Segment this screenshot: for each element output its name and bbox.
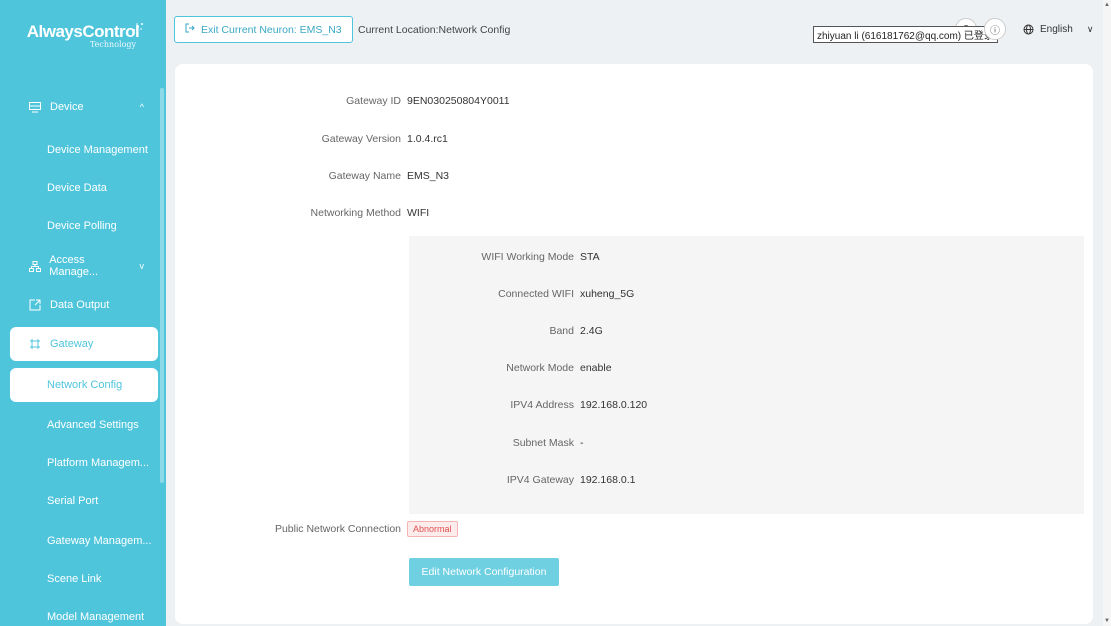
- field-label: Gateway Version: [321, 133, 401, 145]
- connected-wifi-row: Connected WIFI xuheng_5G: [409, 288, 634, 300]
- field-value: 1.0.4.rc1: [407, 133, 448, 145]
- sidebar-item-label: Data Output: [50, 299, 110, 311]
- sidebar: AlwaysControl Technology Device ^ Device…: [0, 0, 166, 626]
- exit-neuron-button[interactable]: Exit Current Neuron: EMS_N3: [174, 16, 353, 43]
- sidebar-item-platform-management[interactable]: Platform Managem...: [10, 446, 158, 480]
- monitor-icon: [28, 100, 42, 114]
- sidebar-item-device[interactable]: Device ^: [10, 90, 158, 124]
- gateway-id-row: Gateway ID 9EN030250804Y0011: [175, 95, 510, 107]
- edit-network-configuration-button[interactable]: Edit Network Configuration: [409, 558, 559, 586]
- field-label: IPV4 Gateway: [506, 474, 574, 486]
- field-label: Connected WIFI: [498, 288, 574, 300]
- network-config-panel: Gateway ID 9EN030250804Y0011 Gateway Ver…: [175, 64, 1093, 624]
- sidebar-item-model-management[interactable]: Model Management: [10, 600, 158, 626]
- wifi-details-box: WIFI Working Mode STA Connected WIFI xuh…: [409, 236, 1084, 514]
- sidebar-item-label: Scene Link: [47, 573, 102, 585]
- topbar: Exit Current Neuron: EMS_N3 Current Loca…: [166, 0, 1111, 62]
- page-scrollbar[interactable]: ▲ ▼: [1103, 0, 1111, 626]
- field-value: STA: [580, 251, 600, 263]
- sidebar-item-label: Device Data: [47, 182, 107, 194]
- field-value: EMS_N3: [407, 170, 450, 182]
- chevron-down-icon: v: [139, 261, 145, 271]
- sidebar-item-label: Gateway: [50, 338, 94, 350]
- field-value: 192.168.0.1: [580, 474, 636, 486]
- sidebar-item-serial-port[interactable]: Serial Port: [10, 484, 158, 518]
- field-label: IPV4 Address: [510, 399, 574, 411]
- logo: AlwaysControl Technology: [0, 0, 166, 70]
- sidebar-item-label: Model Management: [47, 611, 145, 623]
- field-label: Networking Method: [310, 207, 401, 219]
- sidebar-item-gateway[interactable]: Gateway: [10, 327, 158, 361]
- chevron-down-icon: ∨: [1086, 24, 1094, 34]
- gateway-icon: [28, 337, 42, 351]
- logo-text: AlwaysControl: [26, 21, 140, 41]
- gateway-version-row: Gateway Version 1.0.4.rc1: [175, 133, 448, 145]
- logo-subtext: Technology: [89, 39, 137, 49]
- network-icon: [28, 259, 41, 273]
- sidebar-item-data-output[interactable]: Data Output: [10, 288, 158, 322]
- info-button[interactable]: ⓘ: [984, 18, 1006, 40]
- field-label: Gateway ID: [346, 95, 401, 107]
- field-label: Network Mode: [506, 362, 574, 374]
- gateway-name-row: Gateway Name EMS_N3: [175, 170, 449, 182]
- exit-button-label: Exit Current Neuron: EMS_N3: [201, 23, 342, 36]
- sidebar-item-device-management[interactable]: Device Management: [10, 133, 158, 167]
- exit-icon: [185, 23, 195, 36]
- sidebar-item-label: Serial Port: [47, 495, 99, 507]
- field-value: 9EN030250804Y0011: [407, 95, 510, 107]
- info-icon: ⓘ: [990, 25, 1000, 37]
- ipv4-gateway-row: IPV4 Gateway 192.168.0.1: [409, 474, 636, 486]
- field-label: WIFI Working Mode: [481, 251, 574, 263]
- networking-method-row: Networking Method WIFI: [175, 207, 430, 219]
- sidebar-item-label: Device Management: [47, 144, 148, 156]
- globe-icon: [1023, 24, 1034, 35]
- language-selector[interactable]: English ∨: [1023, 24, 1093, 35]
- signal-icon: [133, 23, 143, 31]
- sidebar-item-label: Device Polling: [47, 220, 117, 232]
- field-value: WIFI: [407, 207, 430, 219]
- sidebar-item-label: Gateway Managem...: [47, 535, 152, 547]
- public-network-row: Public Network Connection Abnormal: [175, 521, 458, 537]
- user-tooltip: zhiyuan li (616181762@qq.com) 已登录: [813, 26, 998, 43]
- scroll-down-icon[interactable]: ▼: [1104, 618, 1110, 624]
- language-label: English: [1040, 24, 1073, 35]
- band-row: Band 2.4G: [409, 325, 603, 337]
- field-value: 192.168.0.120: [580, 399, 648, 411]
- field-label: Gateway Name: [328, 170, 401, 182]
- sidebar-item-network-config[interactable]: Network Config: [10, 368, 158, 402]
- export-icon: [28, 298, 42, 312]
- field-value: 2.4G: [580, 325, 603, 337]
- current-location: Current Location:Network Config: [358, 24, 511, 36]
- sidebar-item-advanced-settings[interactable]: Advanced Settings: [10, 408, 158, 442]
- sidebar-scrollbar[interactable]: [160, 88, 164, 483]
- status-badge: Abnormal: [407, 521, 458, 537]
- chevron-up-icon: ^: [139, 102, 144, 112]
- field-value: enable: [580, 362, 612, 374]
- sidebar-item-label: Device: [50, 101, 84, 113]
- sidebar-item-gateway-management[interactable]: Gateway Managem...: [10, 524, 158, 558]
- sidebar-item-label: Platform Managem...: [47, 457, 150, 469]
- network-mode-row: Network Mode enable: [409, 362, 612, 374]
- sidebar-item-label: Access Manage...: [49, 254, 99, 278]
- field-label: Public Network Connection: [274, 523, 401, 535]
- field-label: Band: [549, 325, 574, 337]
- wifi-working-mode-row: WIFI Working Mode STA: [409, 251, 600, 263]
- ipv4-address-row: IPV4 Address 192.168.0.120: [409, 399, 647, 411]
- sidebar-item-access-management[interactable]: Access Manage... v: [10, 249, 158, 283]
- field-value: xuheng_5G: [580, 288, 635, 300]
- field-value: -: [580, 437, 584, 449]
- sidebar-item-device-polling[interactable]: Device Polling: [10, 209, 158, 243]
- subnet-mask-row: Subnet Mask -: [409, 437, 584, 449]
- field-label: Subnet Mask: [512, 437, 574, 449]
- sidebar-item-label: Network Config: [47, 379, 123, 391]
- sidebar-item-scene-link[interactable]: Scene Link: [10, 562, 158, 596]
- sidebar-item-device-data[interactable]: Device Data: [10, 171, 158, 205]
- user-info-text: zhiyuan li (616181762@qq.com) 已登录: [817, 31, 994, 42]
- scroll-up-icon[interactable]: ▲: [1104, 2, 1110, 8]
- sidebar-item-label: Advanced Settings: [47, 419, 139, 431]
